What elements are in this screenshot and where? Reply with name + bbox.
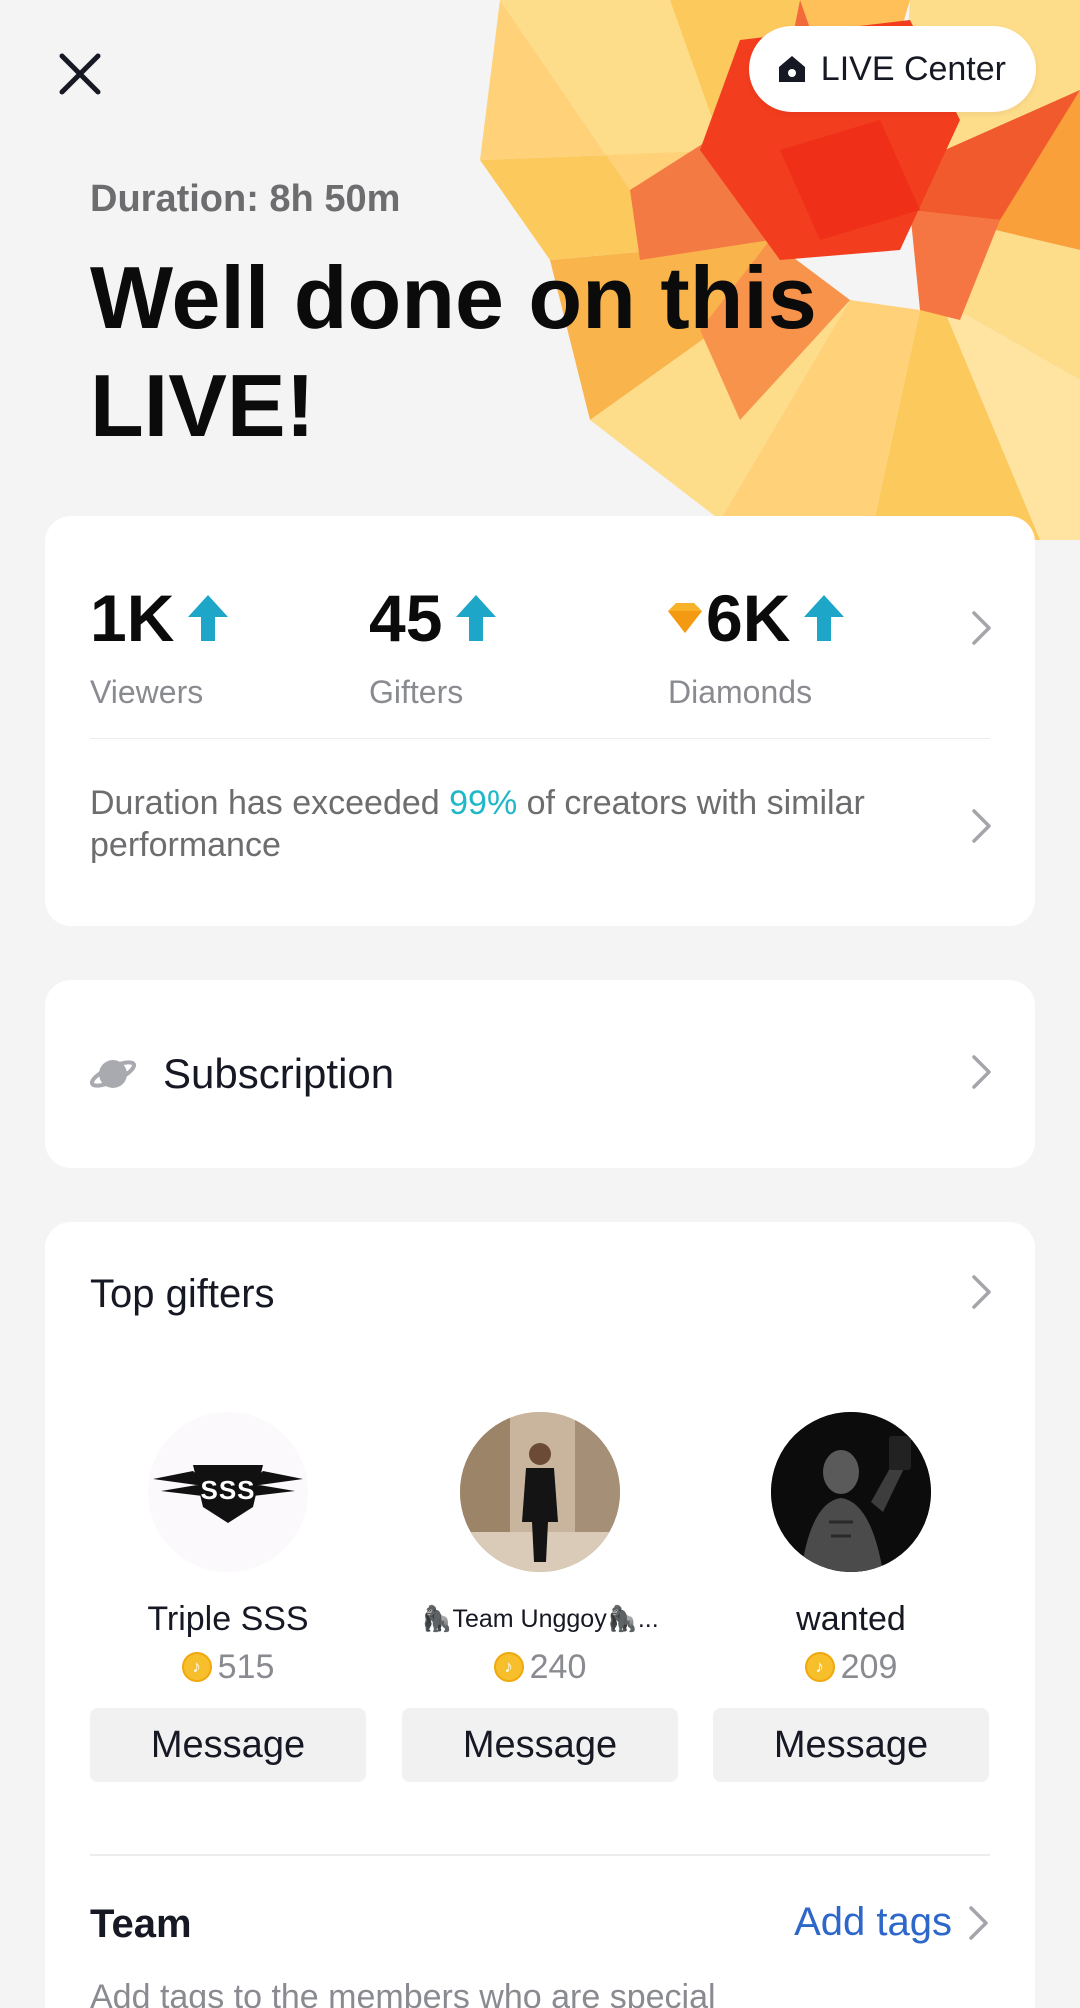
subscription-row[interactable]: Subscription — [45, 980, 1035, 1168]
team-title: Team — [90, 1902, 192, 1946]
avatar[interactable] — [771, 1412, 931, 1572]
stat-viewers: 1K Viewers — [90, 570, 229, 711]
coin-icon: ♪ — [181, 1652, 212, 1682]
svg-text:SSS: SSS — [200, 1475, 255, 1505]
duration-label: Duration: 8h 50m — [90, 178, 401, 220]
chevron-right-icon — [972, 1055, 991, 1089]
gifter-name: 🦍Team Unggoy🦍... — [421, 1605, 659, 1633]
close-button[interactable] — [50, 44, 110, 104]
top-gifters-title[interactable]: Top gifters — [90, 1272, 275, 1317]
subscription-label: Subscription — [163, 1050, 395, 1097]
diamond-icon — [668, 603, 702, 633]
gifter-item[interactable]: SSS Triple SSS ♪ 515 — [90, 1412, 366, 1692]
gifter-coin-count: 240 — [529, 1647, 587, 1686]
chevron-right-icon[interactable] — [971, 1274, 993, 1310]
close-icon — [59, 53, 101, 95]
gifter-name: wanted — [796, 1600, 906, 1638]
gifter-coins: ♪ 240 — [402, 1642, 678, 1692]
stat-diamonds: 6K Diamonds — [668, 570, 845, 711]
gifter-coin-count: 515 — [217, 1647, 275, 1686]
stat-value: 1K — [90, 581, 175, 655]
add-tags-button[interactable]: Add tags — [794, 1900, 990, 1945]
divider — [90, 1854, 990, 1856]
arrow-up-icon — [456, 595, 497, 641]
arrow-up-icon — [188, 595, 229, 641]
live-center-button[interactable]: LIVE Center — [748, 26, 1036, 112]
chevron-right-icon[interactable] — [971, 808, 993, 844]
live-center-label: LIVE Center — [820, 49, 1006, 88]
gifter-coins: ♪ 209 — [713, 1642, 989, 1692]
stat-label: Viewers — [90, 674, 204, 710]
stat-value: 45 — [369, 581, 443, 655]
message-button[interactable]: Message — [713, 1708, 989, 1782]
message-button[interactable]: Message — [402, 1708, 678, 1782]
chevron-right-icon — [969, 1905, 988, 1940]
avatar[interactable]: SSS — [148, 1412, 308, 1572]
performance-text-before: Duration has exceeded — [90, 784, 450, 822]
chevron-right-icon[interactable] — [971, 610, 993, 646]
gifter-item[interactable]: wanted ♪ 209 — [713, 1412, 989, 1692]
stats-card[interactable]: 1K Viewers 45 Gifters 6K Diamonds Durati… — [45, 516, 1035, 926]
gifter-coins: ♪ 515 — [90, 1642, 366, 1692]
add-tags-label: Add tags — [794, 1900, 952, 1944]
page-headline: Well done on this LIVE! — [90, 248, 817, 455]
avatar[interactable] — [460, 1412, 620, 1572]
message-button[interactable]: Message — [90, 1708, 366, 1782]
team-description: Add tags to the members who are special — [90, 1978, 716, 2008]
top-gifters-card: Top gifters SSS Triple SSS ♪ 515 🦍Team U… — [45, 1222, 1035, 2008]
gifter-coin-count: 209 — [840, 1647, 898, 1686]
coin-icon: ♪ — [493, 1652, 524, 1682]
arrow-up-icon — [804, 595, 845, 641]
stat-gifters: 45 Gifters — [369, 570, 497, 711]
divider — [90, 738, 990, 739]
gifter-item[interactable]: 🦍Team Unggoy🦍... ♪ 240 — [402, 1412, 678, 1692]
home-icon — [778, 56, 805, 82]
gifter-name: Triple SSS — [147, 1600, 309, 1638]
performance-text[interactable]: Duration has exceeded 99% of creators wi… — [90, 782, 910, 866]
planet-icon — [89, 1060, 137, 1088]
stat-value: 6K — [706, 581, 791, 655]
stat-label: Diamonds — [668, 674, 813, 710]
performance-percent: 99% — [449, 784, 518, 822]
stat-label: Gifters — [369, 674, 464, 710]
coin-icon: ♪ — [804, 1652, 835, 1682]
